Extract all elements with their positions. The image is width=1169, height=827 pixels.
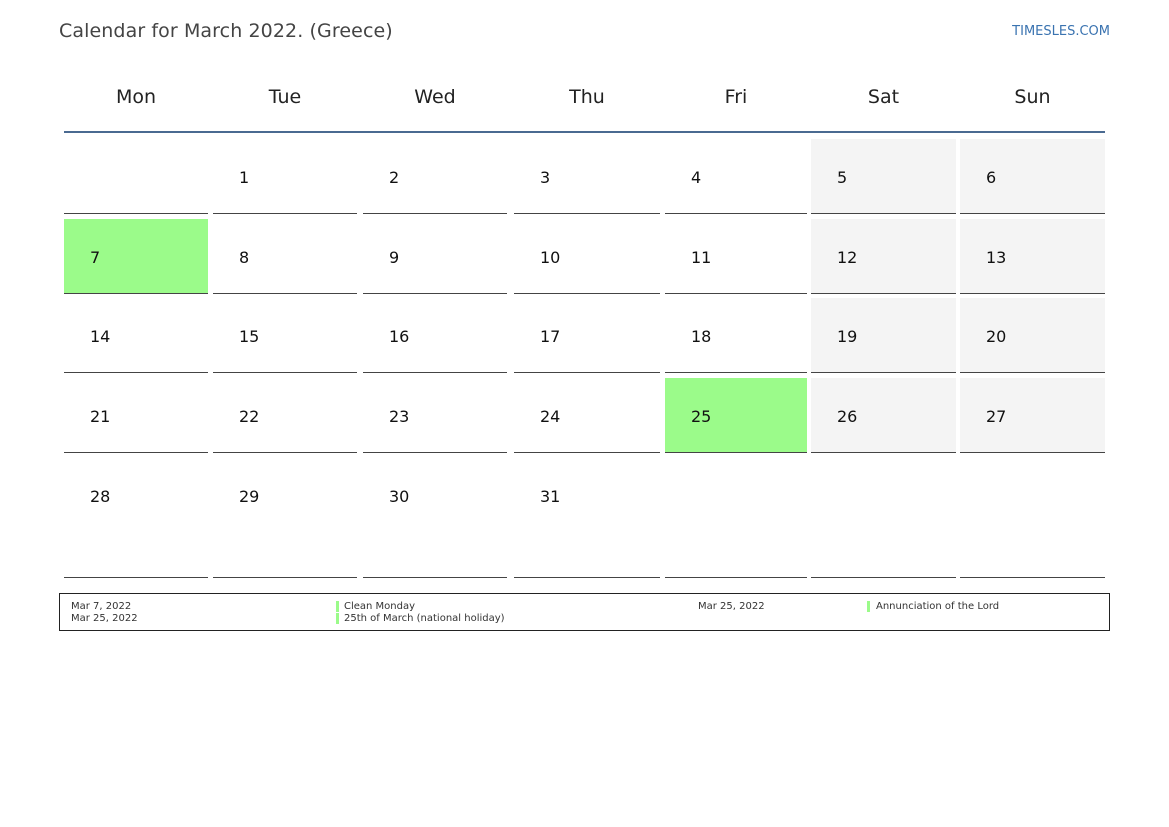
day-number: 13 [986, 248, 1007, 267]
holiday-color-swatch [867, 601, 870, 612]
legend-date: Mar 25, 2022 [71, 613, 138, 624]
day-number: 15 [239, 327, 260, 346]
day-cell-19[interactable]: 19 [811, 298, 956, 373]
day-number: 22 [239, 407, 260, 426]
empty-day-cell [960, 458, 1105, 578]
day-number: 12 [837, 248, 858, 267]
day-cell-15[interactable]: 15 [213, 298, 357, 373]
day-cell-13[interactable]: 13 [960, 219, 1105, 294]
day-number: 19 [837, 327, 858, 346]
day-cell-24[interactable]: 24 [514, 378, 660, 453]
legend-date: Mar 7, 2022 [71, 601, 132, 612]
legend-holiday-name: Clean Monday [344, 601, 416, 612]
day-number: 2 [389, 168, 400, 187]
day-cell-23[interactable]: 23 [363, 378, 507, 453]
day-cell-30[interactable]: 30 [363, 458, 507, 578]
day-number: 14 [90, 327, 111, 346]
day-number: 5 [837, 168, 848, 187]
day-cell-31[interactable]: 31 [514, 458, 660, 578]
day-cell-9[interactable]: 9 [363, 219, 507, 294]
day-cell-12[interactable]: 12 [811, 219, 956, 294]
empty-day-cell [665, 458, 807, 578]
day-number: 1 [239, 168, 250, 187]
day-cell-2[interactable]: 2 [363, 139, 507, 214]
day-cell-6[interactable]: 6 [960, 139, 1105, 214]
day-cell-18[interactable]: 18 [665, 298, 807, 373]
day-number: 18 [691, 327, 712, 346]
day-cell-1[interactable]: 1 [213, 139, 357, 214]
legend-holiday-name: Annunciation of the Lord [876, 601, 1000, 612]
legend-holiday-name: 25th of March (national holiday) [344, 613, 505, 624]
day-number: 16 [389, 327, 410, 346]
day-number: 8 [239, 248, 250, 267]
holiday-color-swatch [336, 613, 339, 624]
day-cell-4[interactable]: 4 [665, 139, 807, 214]
day-number: 25 [691, 407, 712, 426]
day-cell-29[interactable]: 29 [213, 458, 357, 578]
day-cell-25[interactable]: 25 [665, 378, 807, 453]
day-cell-20[interactable]: 20 [960, 298, 1105, 373]
day-cell-22[interactable]: 22 [213, 378, 357, 453]
day-number: 9 [389, 248, 400, 267]
day-cell-3[interactable]: 3 [514, 139, 660, 214]
day-cell-5[interactable]: 5 [811, 139, 956, 214]
day-number: 23 [389, 407, 410, 426]
day-number: 29 [239, 487, 260, 506]
legend-date: Mar 25, 2022 [698, 601, 765, 612]
day-number: 26 [837, 407, 858, 426]
day-cell-14[interactable]: 14 [64, 298, 208, 373]
day-cell-8[interactable]: 8 [213, 219, 357, 294]
day-number: 27 [986, 407, 1007, 426]
day-number: 24 [540, 407, 561, 426]
empty-day-cell [811, 458, 956, 578]
day-number: 21 [90, 407, 111, 426]
empty-day-cell [64, 139, 208, 214]
day-cell-17[interactable]: 17 [514, 298, 660, 373]
day-number: 11 [691, 248, 712, 267]
day-cell-7[interactable]: 7 [64, 219, 208, 294]
calendar-grid: 1 2 3 4 5 6 7 8 9 10 11 12 13 14 15 16 17 18 19 20 21 22 23 24 2… [0, 0, 1169, 827]
day-number: 6 [986, 168, 997, 187]
day-number: 20 [986, 327, 1007, 346]
day-number: 3 [540, 168, 551, 187]
day-cell-27[interactable]: 27 [960, 378, 1105, 453]
day-number: 17 [540, 327, 561, 346]
day-number: 4 [691, 168, 702, 187]
day-cell-21[interactable]: 21 [64, 378, 208, 453]
holiday-color-swatch [336, 601, 339, 612]
day-number: 7 [90, 248, 101, 267]
day-number: 31 [540, 487, 561, 506]
day-cell-26[interactable]: 26 [811, 378, 956, 453]
day-number: 28 [90, 487, 111, 506]
day-cell-16[interactable]: 16 [363, 298, 507, 373]
day-cell-10[interactable]: 10 [514, 219, 660, 294]
day-cell-11[interactable]: 11 [665, 219, 807, 294]
day-cell-28[interactable]: 28 [64, 458, 208, 578]
holiday-legend: Mar 7, 2022 Clean Monday Mar 25, 2022 25th … [59, 593, 1110, 631]
day-number: 10 [540, 248, 561, 267]
day-number: 30 [389, 487, 410, 506]
